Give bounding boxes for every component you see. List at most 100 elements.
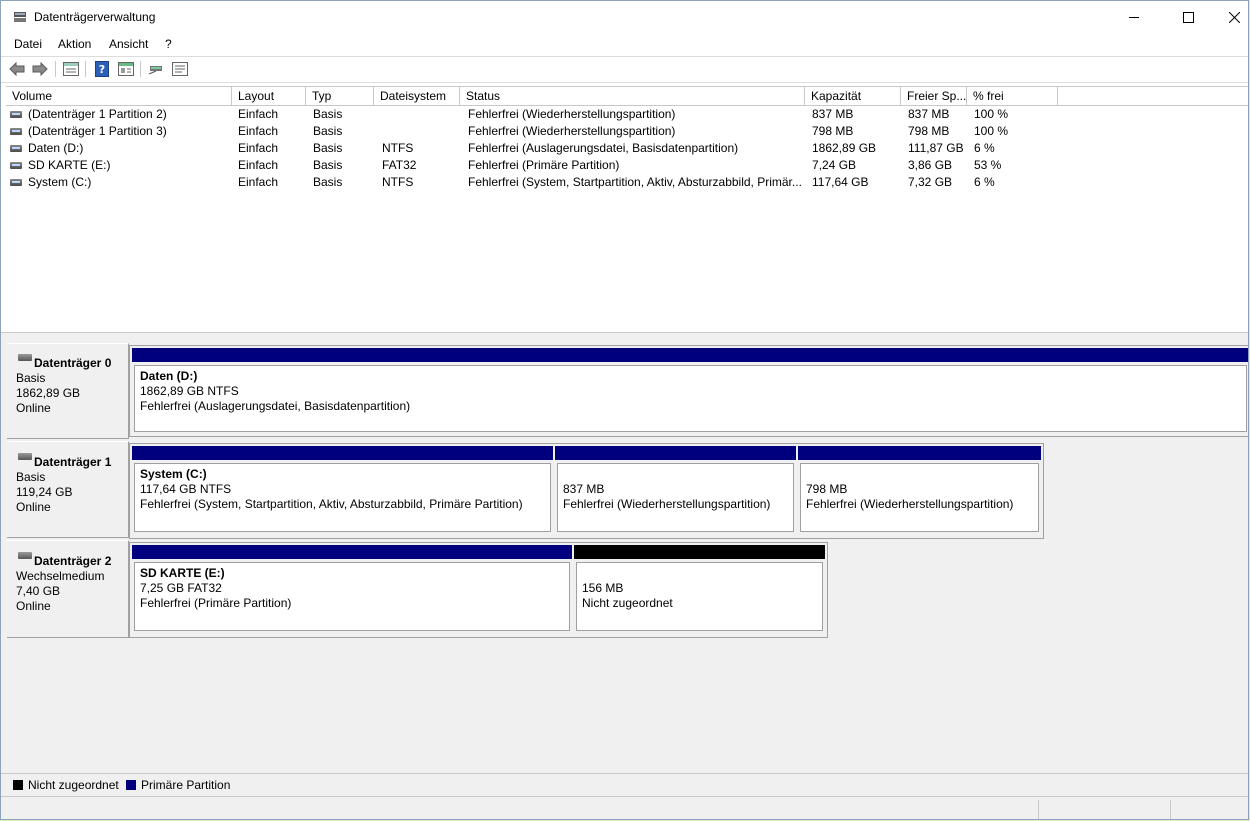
help-button[interactable]: ? bbox=[93, 60, 111, 78]
menu-aktion[interactable]: Aktion bbox=[58, 37, 91, 51]
disk-size: 119,24 GB bbox=[16, 485, 73, 499]
table-cell: Basis bbox=[313, 141, 343, 155]
status-bar bbox=[1, 796, 1248, 819]
disk-icon bbox=[18, 354, 32, 361]
volume-list-header: Volume Layout Typ Dateisystem Status Kap… bbox=[6, 87, 1248, 106]
table-cell: 111,87 GB bbox=[908, 141, 964, 155]
partition-system-c[interactable]: System (C:) 117,64 GB NTFS Fehlerfrei (S… bbox=[132, 446, 553, 534]
partition-recovery-1[interactable]: 837 MB Fehlerfrei (Wiederherstellungspar… bbox=[555, 446, 796, 534]
partition-status: Fehlerfrei (Wiederherstellungspartition) bbox=[563, 497, 771, 511]
partition-unallocated[interactable]: 156 MB Nicht zugeordnet bbox=[574, 545, 825, 633]
partition-sd-karte-e[interactable]: SD KARTE (E:) 7,25 GB FAT32 Fehlerfrei (… bbox=[132, 545, 572, 633]
table-cell: Fehlerfrei (Wiederherstellungspartition) bbox=[468, 107, 676, 121]
partition-status: Fehlerfrei (System, Startpartition, Akti… bbox=[140, 497, 523, 511]
partition-recovery-2[interactable]: 798 MB Fehlerfrei (Wiederherstellungspar… bbox=[798, 446, 1041, 534]
partition-bar bbox=[132, 545, 572, 559]
toolbar-separator bbox=[55, 61, 56, 77]
table-cell: 6 % bbox=[974, 175, 995, 189]
close-button[interactable] bbox=[1211, 1, 1248, 33]
table-cell: Einfach bbox=[238, 107, 279, 121]
column-header-prozent-frei[interactable]: % frei bbox=[967, 87, 1058, 105]
partition-status: Nicht zugeordnet bbox=[582, 596, 673, 610]
table-cell: 100 % bbox=[974, 107, 1009, 121]
column-header-dateisystem[interactable]: Dateisystem bbox=[374, 87, 460, 105]
table-cell: Fehlerfrei (Auslagerungsdatei, Basisdate… bbox=[468, 141, 739, 155]
legend-label-primary: Primäre Partition bbox=[141, 778, 231, 792]
column-header-typ[interactable]: Typ bbox=[306, 87, 374, 105]
partition-body: 156 MB Nicht zugeordnet bbox=[576, 562, 823, 631]
table-cell: Einfach bbox=[238, 175, 279, 189]
column-header-kapazitaet[interactable]: Kapazität bbox=[805, 87, 901, 105]
list-view-button[interactable] bbox=[171, 60, 189, 78]
disk-1-label[interactable]: Datenträger 1 Basis 119,24 GB Online bbox=[7, 441, 129, 538]
disk-type: Wechselmedium bbox=[16, 569, 105, 583]
list-view-icon bbox=[172, 62, 188, 76]
partition-body: System (C:) 117,64 GB NTFS Fehlerfrei (S… bbox=[134, 463, 551, 532]
volume-view-button[interactable] bbox=[62, 60, 80, 78]
disk-type: Basis bbox=[16, 371, 46, 385]
disk-state: Online bbox=[16, 401, 51, 415]
table-cell: Basis bbox=[313, 175, 343, 189]
disk-name: Datenträger 2 bbox=[34, 554, 112, 568]
partition-status: Fehlerfrei (Wiederherstellungspartition) bbox=[806, 497, 1014, 511]
disk-0-partitions: Daten (D:) 1862,89 GB NTFS Fehlerfrei (A… bbox=[129, 345, 1248, 437]
help-icon: ? bbox=[95, 61, 109, 77]
menu-bar: Datei Aktion Ansicht ? bbox=[1, 34, 1248, 55]
volume-icon bbox=[10, 179, 22, 186]
table-cell: NTFS bbox=[382, 175, 414, 189]
svg-text:?: ? bbox=[99, 63, 105, 76]
table-row[interactable]: System (C:) Einfach Basis NTFS Fehlerfrei (S… bbox=[6, 174, 1248, 191]
partition-bar bbox=[798, 446, 1041, 460]
partition-size: 7,25 GB FAT32 bbox=[140, 581, 222, 595]
table-cell: 837 MB bbox=[908, 107, 950, 121]
column-header-status[interactable]: Status bbox=[460, 87, 805, 105]
maximize-button[interactable] bbox=[1165, 1, 1211, 33]
table-row[interactable]: (Datenträger 1 Partition 2) Einfach Basis F… bbox=[6, 106, 1248, 123]
partition-body: 798 MB Fehlerfrei (Wiederherstellungspar… bbox=[800, 463, 1039, 532]
partition-daten-d[interactable]: Daten (D:) 1862,89 GB NTFS Fehlerfrei (A… bbox=[132, 348, 1248, 434]
table-row[interactable]: SD KARTE (E:) Einfach Basis FAT32 Fehlerfrei… bbox=[6, 157, 1248, 174]
legend-label-unallocated: Nicht zugeordnet bbox=[28, 778, 119, 792]
table-cell: 7,24 GB bbox=[812, 158, 857, 172]
column-header-freier-speicher[interactable]: Freier Sp... bbox=[901, 87, 967, 105]
properties-button[interactable] bbox=[117, 60, 135, 78]
volume-icon bbox=[10, 145, 22, 152]
menu-datei[interactable]: Datei bbox=[14, 37, 42, 51]
table-cell: System (C:) bbox=[28, 175, 92, 189]
connect-disk-button[interactable] bbox=[147, 60, 165, 78]
partition-body: Daten (D:) 1862,89 GB NTFS Fehlerfrei (A… bbox=[134, 365, 1247, 432]
menu-ansicht[interactable]: Ansicht bbox=[109, 37, 148, 51]
table-cell: (Datenträger 1 Partition 3) bbox=[28, 124, 167, 138]
table-row[interactable]: (Datenträger 1 Partition 3) Einfach Basis F… bbox=[6, 123, 1248, 140]
disk-0-label[interactable]: Datenträger 0 Basis 1862,89 GB Online bbox=[7, 343, 129, 439]
partition-size: 156 MB bbox=[582, 581, 624, 595]
disk-size: 1862,89 GB bbox=[16, 386, 81, 400]
minimize-button[interactable] bbox=[1111, 1, 1157, 33]
disk-name: Datenträger 0 bbox=[34, 356, 112, 370]
toolbar-separator bbox=[85, 61, 86, 77]
volume-icon bbox=[10, 128, 22, 135]
disk-management-app-icon bbox=[14, 12, 26, 22]
partition-size: 1862,89 GB NTFS bbox=[140, 384, 239, 398]
table-cell: Fehlerfrei (Primäre Partition) bbox=[468, 158, 620, 172]
table-cell bbox=[382, 123, 458, 140]
disk-size: 7,40 GB bbox=[16, 584, 61, 598]
legend-swatch-primary bbox=[126, 780, 136, 790]
back-arrow-icon bbox=[9, 62, 25, 76]
properties-icon bbox=[118, 62, 134, 76]
disk-2-label[interactable]: Datenträger 2 Wechselmedium 7,40 GB Onli… bbox=[7, 540, 129, 638]
toolbar-separator bbox=[140, 61, 141, 77]
back-button[interactable] bbox=[8, 60, 26, 78]
forward-button[interactable] bbox=[31, 60, 49, 78]
minimize-icon bbox=[1129, 17, 1139, 18]
column-header-volume[interactable]: Volume bbox=[6, 87, 232, 105]
disk-type: Basis bbox=[16, 470, 46, 484]
partition-name: SD KARTE (E:) bbox=[140, 566, 225, 580]
partition-bar bbox=[132, 446, 553, 460]
column-header-layout[interactable]: Layout bbox=[232, 87, 306, 105]
table-row[interactable]: Daten (D:) Einfach Basis NTFS Fehlerfrei (Au… bbox=[6, 140, 1248, 157]
table-cell: 117,64 GB bbox=[812, 175, 869, 189]
disk-map-area: Datenträger 0 Basis 1862,89 GB Online Da… bbox=[1, 339, 1248, 773]
volume-icon bbox=[10, 162, 22, 169]
menu-help[interactable]: ? bbox=[165, 37, 172, 51]
